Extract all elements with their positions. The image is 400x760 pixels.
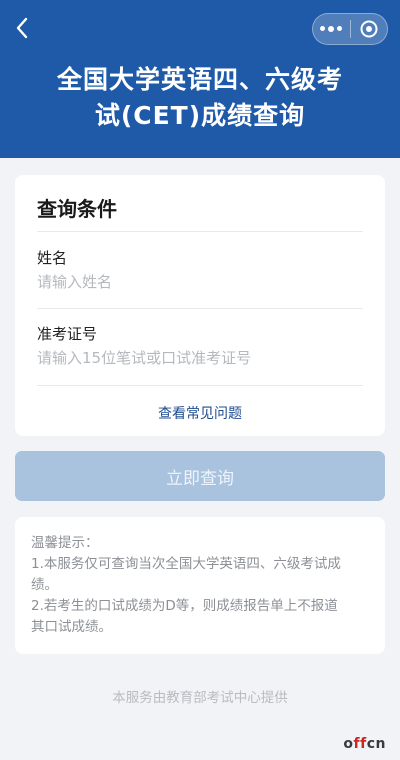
close-mini-program-button[interactable] <box>350 14 387 44</box>
chevron-left-icon <box>16 17 28 39</box>
header-bar: 全国大学英语四、六级考 试(CET)成绩查询 <box>0 0 400 158</box>
provider-footer: 本服务由教育部考试中心提供 <box>112 690 288 706</box>
tips-line: 其口试成绩。 <box>31 619 112 635</box>
query-form-card: 查询条件 姓名 准考证号 查看常见问题 <box>15 175 385 436</box>
mini-program-capsule <box>312 13 388 45</box>
name-input[interactable] <box>37 270 357 294</box>
ticket-number-label: 准考证号 <box>37 325 98 343</box>
watermark-accent: ff <box>353 736 367 752</box>
page-title-line-2: 试(CET)成绩查询 <box>94 101 306 130</box>
more-button[interactable] <box>313 14 350 44</box>
tips-card: 温馨提示： 1.本服务仅可查询当次全国大学英语四、六级考试成 绩。 2.若考生的… <box>15 517 385 654</box>
target-circle-icon <box>360 20 378 38</box>
watermark-logo: offcn <box>343 736 386 752</box>
tips-line: 绩。 <box>31 577 58 593</box>
watermark-prefix: o <box>343 736 354 752</box>
tips-heading: 温馨提示： <box>31 535 99 551</box>
back-button[interactable] <box>8 14 36 42</box>
submit-query-button[interactable]: 立即查询 <box>15 451 385 501</box>
watermark-suffix: cn <box>366 736 386 752</box>
more-dots-icon <box>320 26 343 32</box>
page-title: 全国大学英语四、六级考 试(CET)成绩查询 <box>20 62 380 134</box>
divider <box>37 385 363 386</box>
tips-line: 1.本服务仅可查询当次全国大学英语四、六级考试成 <box>31 556 341 572</box>
faq-link[interactable]: 查看常见问题 <box>15 403 385 423</box>
divider <box>37 308 363 309</box>
page-title-line-1: 全国大学英语四、六级考 <box>56 65 343 94</box>
divider <box>37 231 363 232</box>
ticket-number-input[interactable] <box>37 346 357 370</box>
name-label: 姓名 <box>37 249 68 267</box>
section-title: 查询条件 <box>37 197 117 221</box>
tips-line: 2.若考生的口试成绩为D等，则成绩报告单上不报道 <box>31 598 338 614</box>
